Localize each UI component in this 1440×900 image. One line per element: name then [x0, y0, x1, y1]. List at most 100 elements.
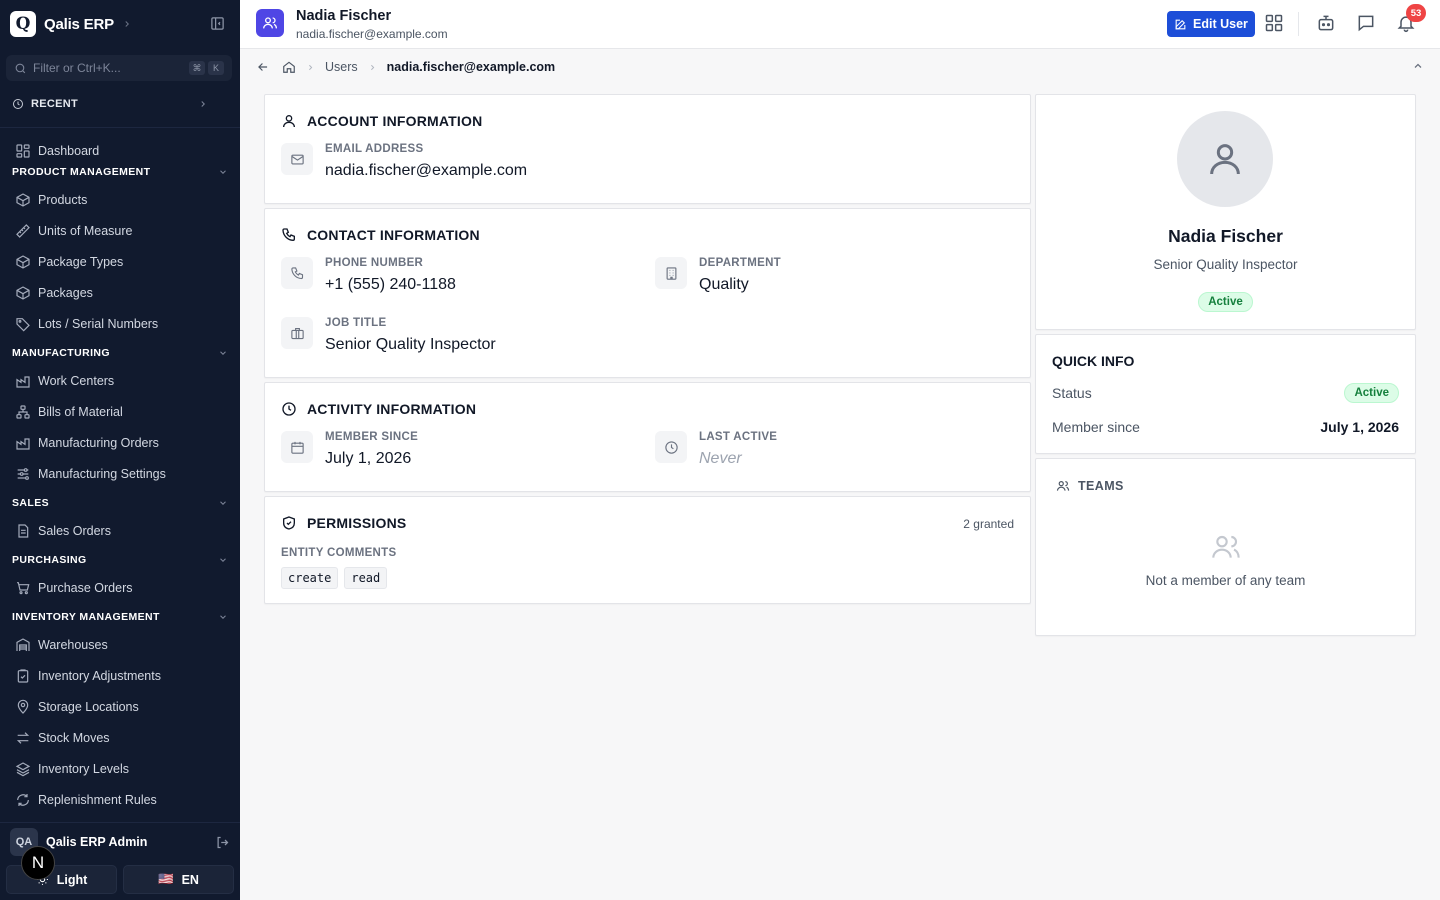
- sidebar-item-label: Warehouses: [38, 637, 108, 652]
- edit-user-button[interactable]: Edit User: [1167, 11, 1255, 37]
- factory-icon: [16, 375, 30, 388]
- chevron-right-icon: [370, 64, 374, 70]
- job-title-value: Senior Quality Inspector: [325, 336, 496, 353]
- sidebar-item-bills-of-material[interactable]: Bills of Material: [0, 396, 240, 427]
- status-badge: Active: [1344, 383, 1399, 403]
- sidebar-item-label: Units of Measure: [38, 223, 133, 238]
- teams-empty-state: Not a member of any team: [1145, 573, 1306, 588]
- sidebar-item-sales-orders[interactable]: Sales Orders: [0, 515, 240, 546]
- member-since-value: July 1, 2026: [325, 450, 412, 467]
- home-icon[interactable]: [282, 60, 296, 74]
- shortcut-key-cmd: ⌘: [189, 61, 205, 75]
- brand[interactable]: Q Qalis ERP: [10, 10, 132, 38]
- quick-info-member-row: Member since July 1, 2026: [1052, 419, 1399, 435]
- back-arrow-icon[interactable]: [256, 60, 270, 74]
- section-label: SALES: [12, 497, 50, 509]
- sidebar-item-units-of-measure[interactable]: Units of Measure: [0, 215, 240, 246]
- chevron-down-icon: [220, 558, 226, 562]
- sidebar-nav: Dashboard PRODUCT MANAGEMENT Products Un…: [0, 135, 240, 820]
- section-label: MANUFACTURING: [12, 347, 110, 359]
- chevron-down-icon: [220, 615, 226, 619]
- department-field: DEPARTMENT Quality: [655, 257, 781, 294]
- sidebar-item-manufacturing-orders[interactable]: Manufacturing Orders: [0, 427, 240, 458]
- chevron-up-icon[interactable]: [1412, 60, 1424, 72]
- recent-toggle[interactable]: RECENT: [12, 98, 208, 110]
- sidebar-item-replenishment-rules[interactable]: Replenishment Rules: [0, 784, 240, 815]
- department-value: Quality: [699, 276, 749, 293]
- bot-icon[interactable]: [1316, 13, 1336, 33]
- briefcase-icon: [281, 317, 313, 349]
- sidebar-item-label: Storage Locations: [38, 699, 139, 714]
- theme-label: Light: [56, 872, 88, 887]
- sidebar-item-inventory-adjustments[interactable]: Inventory Adjustments: [0, 660, 240, 691]
- member-since-label: MEMBER SINCE: [325, 431, 419, 443]
- breadcrumb-users[interactable]: Users: [325, 60, 358, 74]
- email-label: EMAIL ADDRESS: [325, 143, 424, 155]
- sidebar-item-purchase-orders[interactable]: Purchase Orders: [0, 572, 240, 603]
- status-label: Status: [1052, 385, 1092, 401]
- dev-tools-badge[interactable]: N: [21, 846, 55, 880]
- recent-label: RECENT: [31, 98, 79, 110]
- sliders-icon: [17, 467, 29, 480]
- section-inventory-management[interactable]: INVENTORY MANAGEMENT: [0, 605, 240, 629]
- clipboard-icon: [17, 668, 29, 683]
- sidebar-collapse-icon[interactable]: [210, 16, 225, 31]
- sidebar-divider: [0, 127, 240, 128]
- clock-icon: [282, 402, 296, 416]
- logout-icon[interactable]: [215, 835, 230, 850]
- sidebar-item-storage-locations[interactable]: Storage Locations: [0, 691, 240, 722]
- teams-title: TEAMS: [1078, 479, 1124, 493]
- sidebar-item-package-types[interactable]: Package Types: [0, 246, 240, 277]
- header-divider: [1298, 12, 1299, 36]
- sidebar-item-work-centers[interactable]: Work Centers: [0, 365, 240, 396]
- sidebar-item-label: Products: [38, 192, 88, 207]
- breadcrumb: Users nadia.fischer@example.com: [240, 49, 1440, 85]
- sidebar-item-products[interactable]: Products: [0, 184, 240, 215]
- chat-icon[interactable]: [1356, 13, 1376, 33]
- member-since-label: Member since: [1052, 419, 1140, 435]
- page-subtitle: nadia.fischer@example.com: [296, 27, 448, 41]
- layers-icon: [15, 761, 31, 776]
- chevron-down-icon: [220, 351, 226, 355]
- chevron-down-icon: [220, 501, 226, 505]
- member-since-field: MEMBER SINCE July 1, 2026: [281, 431, 418, 468]
- sidebar-item-packages[interactable]: Packages: [0, 277, 240, 308]
- app-logo: Q: [10, 11, 36, 37]
- users-empty-icon: [1212, 535, 1240, 558]
- sidebar-item-warehouses[interactable]: Warehouses: [0, 629, 240, 660]
- section-label: PURCHASING: [12, 554, 87, 566]
- app-name: Qalis ERP: [44, 15, 114, 33]
- cart-icon: [17, 581, 30, 594]
- sidebar-item-manufacturing-settings[interactable]: Manufacturing Settings: [0, 458, 240, 489]
- dashboard-icon: [16, 143, 30, 158]
- section-purchasing[interactable]: PURCHASING: [0, 548, 240, 572]
- arrows-left-right-icon: [16, 731, 30, 744]
- section-product-management[interactable]: PRODUCT MANAGEMENT: [0, 160, 240, 184]
- sidebar-item-stock-moves[interactable]: Stock Moves: [0, 722, 240, 753]
- hierarchy-icon: [16, 404, 30, 419]
- sidebar-item-inventory-levels[interactable]: Inventory Levels: [0, 753, 240, 784]
- users-icon: [256, 9, 284, 37]
- language-button[interactable]: 🇺🇸 EN: [123, 865, 234, 894]
- refresh-icon: [17, 793, 29, 806]
- apps-grid-icon[interactable]: [1264, 13, 1284, 33]
- section-manufacturing[interactable]: MANUFACTURING: [0, 341, 240, 365]
- permissions-count: 2 granted: [963, 517, 1014, 531]
- quick-info-status-row: Status Active: [1052, 383, 1399, 403]
- package-icon: [16, 254, 30, 269]
- phone-icon: [282, 228, 295, 242]
- page-header: Nadia Fischer nadia.fischer@example.com …: [240, 0, 1440, 49]
- permissions-title: PERMISSIONS: [307, 515, 407, 531]
- sidebar-filter-input[interactable]: Filter or Ctrl+K... ⌘ K: [6, 55, 232, 81]
- profile-card: Nadia Fischer Senior Quality Inspector A…: [1035, 94, 1416, 330]
- language-label: EN: [181, 872, 199, 887]
- sidebar-item-label: Packages: [38, 285, 93, 300]
- sidebar-item-label: Package Types: [38, 254, 124, 269]
- search-icon: [15, 63, 26, 73]
- status-badge: Active: [1198, 292, 1253, 312]
- map-pin-icon: [17, 699, 29, 714]
- section-sales[interactable]: SALES: [0, 491, 240, 515]
- sidebar-item-label: Inventory Levels: [38, 761, 130, 776]
- phone-value: +1 (555) 240-1188: [325, 276, 456, 293]
- sidebar-item-lots-serial-numbers[interactable]: Lots / Serial Numbers: [0, 308, 240, 339]
